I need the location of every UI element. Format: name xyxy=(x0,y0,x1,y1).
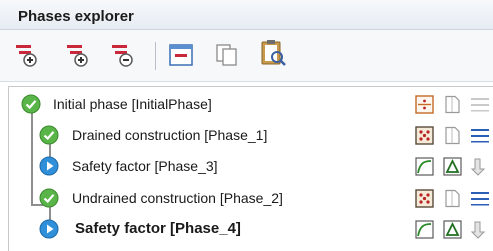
play-circle-icon xyxy=(39,219,59,239)
phase-label: Undrained construction [Phase_2] xyxy=(72,190,283,206)
inspect-phase-button[interactable] xyxy=(259,38,286,66)
copy-icon xyxy=(216,44,237,66)
phase-row-phase2[interactable]: Undrained construction [Phase_2] xyxy=(9,183,493,214)
pore-pressure-icon[interactable] xyxy=(443,126,462,145)
pore-pressure-icon[interactable] xyxy=(443,95,462,114)
toolbar xyxy=(0,30,493,82)
magnify-clipboard-icon xyxy=(261,40,286,66)
phase-label: Drained construction [Phase_1] xyxy=(72,127,268,143)
toolbar-separator xyxy=(155,42,156,70)
phase-row-phase3[interactable]: Safety factor [Phase_3] xyxy=(9,151,493,182)
arrow-down-icon[interactable] xyxy=(470,157,489,176)
phase-row-phase1[interactable]: Drained construction [Phase_1] xyxy=(9,120,493,151)
phases-tree: Initial phase [InitialPhase] Drained con… xyxy=(8,86,493,251)
panel-title: Phases explorer xyxy=(18,8,134,25)
phase-row-phase4[interactable]: Safety factor [Phase_4] xyxy=(9,214,493,245)
add-phase-icon xyxy=(67,45,88,67)
plastic-calculation-icon[interactable] xyxy=(415,126,434,145)
phase-label-selected: Safety factor [Phase_4] xyxy=(75,220,241,237)
add-phase-button[interactable] xyxy=(65,42,91,68)
play-circle-icon xyxy=(39,156,59,176)
water-level-icon[interactable] xyxy=(470,189,489,208)
safety-factor-icon[interactable] xyxy=(415,220,434,239)
copy-phase-button[interactable] xyxy=(214,42,240,68)
check-circle-icon xyxy=(39,125,59,145)
phase-row-initial[interactable]: Initial phase [InitialPhase] xyxy=(9,89,493,120)
edit-phase-icon xyxy=(169,44,193,66)
k0-procedure-icon[interactable] xyxy=(415,95,434,114)
delta-icon[interactable] xyxy=(443,157,462,176)
pore-pressure-icon[interactable] xyxy=(443,189,462,208)
water-level-icon[interactable] xyxy=(470,126,489,145)
check-circle-icon xyxy=(39,188,59,208)
phase-label: Safety factor [Phase_3] xyxy=(72,158,218,174)
phase-label: Initial phase [InitialPhase] xyxy=(53,96,212,112)
water-level-icon[interactable] xyxy=(470,95,489,114)
delete-phase-icon xyxy=(112,45,133,67)
delta-icon[interactable] xyxy=(443,220,462,239)
check-circle-icon xyxy=(21,94,41,114)
insert-phase-button[interactable] xyxy=(14,42,40,68)
delete-phase-button[interactable] xyxy=(110,42,136,68)
edit-phase-button[interactable] xyxy=(168,42,194,68)
arrow-down-icon[interactable] xyxy=(470,220,489,239)
add-phase-icon xyxy=(16,45,37,67)
safety-factor-icon[interactable] xyxy=(415,157,434,176)
plastic-calculation-icon[interactable] xyxy=(415,189,434,208)
panel-header: Phases explorer xyxy=(0,0,493,30)
